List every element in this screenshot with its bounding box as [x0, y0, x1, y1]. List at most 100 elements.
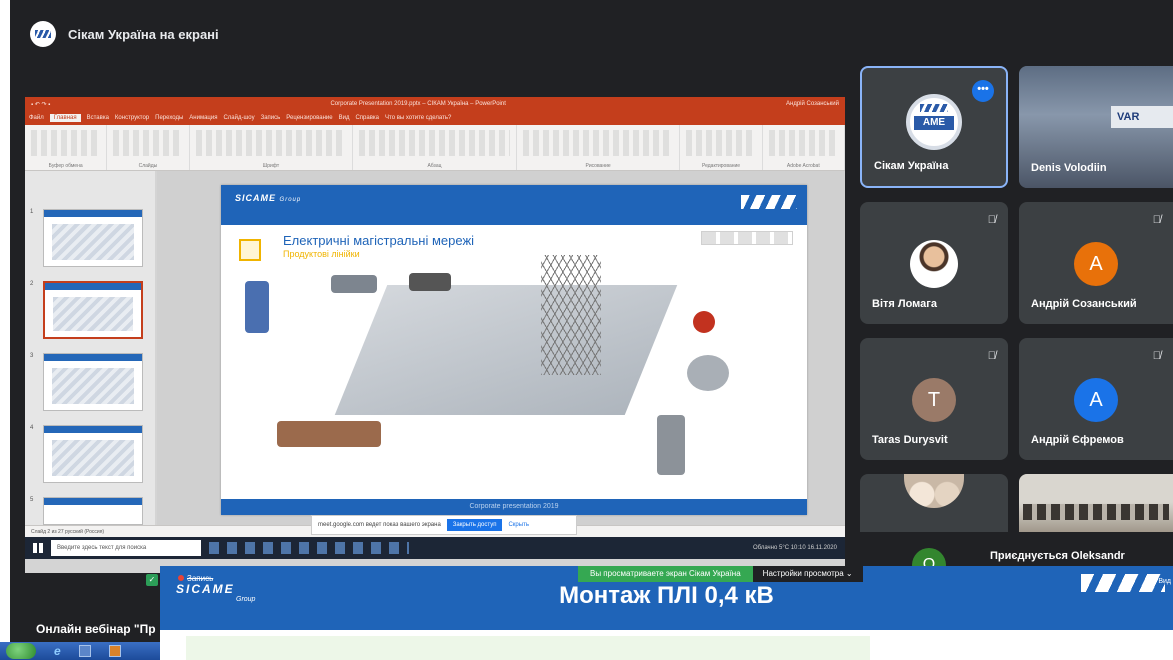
product-category-icon: [239, 239, 261, 261]
windows-start-icon[interactable]: [33, 543, 43, 553]
more-options-icon[interactable]: •••: [972, 80, 994, 102]
share-notice-text: meet.google.com ведет показ вашего экран…: [318, 522, 441, 528]
participant-avatar: T: [912, 378, 956, 422]
webinar-content: [160, 630, 1173, 660]
shield-icon[interactable]: ✓: [146, 574, 158, 586]
thumbnail-number: 1: [30, 209, 34, 215]
presenter-avatar: [30, 21, 56, 47]
participant-tile[interactable]: 🎙̸ T Taras Durysvit: [860, 338, 1008, 460]
slide-thumbnail[interactable]: [43, 209, 143, 267]
crimping-tool-image: [245, 281, 269, 333]
start-button[interactable]: [6, 643, 36, 659]
ppt-tab-file[interactable]: Файл: [29, 115, 44, 121]
participant-name: Denis Volodiin: [1031, 162, 1107, 174]
slide-title: Електричні магістральні мережі: [283, 233, 475, 248]
ppt-tab-animation[interactable]: Анимация: [189, 115, 217, 121]
taskbar-app-icons[interactable]: [209, 542, 409, 554]
view-settings-button[interactable]: Настройки просмотра ⌄: [752, 566, 863, 582]
participant-name: Андрій Созанський: [1031, 298, 1137, 310]
slide-header-band: SICAME Group: [221, 185, 807, 225]
ppt-quick-access[interactable]: ▪ ↶ ↷ ▪: [31, 101, 50, 108]
sicame-logo: SICAME Group: [235, 193, 302, 203]
viewing-message: Вы просматриваете экран Сікам Україна: [578, 566, 753, 582]
ppt-window-title: Corporate Presentation 2019.pptx – СІКАМ…: [330, 101, 506, 107]
participant-name: Сікам Україна: [874, 160, 949, 172]
ppt-tab-view[interactable]: Вид: [339, 115, 350, 121]
ribbon-group-slides[interactable]: Слайды: [107, 125, 190, 170]
sicame-stripes-icon: [1081, 574, 1165, 592]
ppt-status-text: Слайд 2 из 27 русский (Россия): [31, 528, 105, 535]
insulator-ring-image: [687, 355, 729, 391]
presenter-title: Сікам Україна на екрані: [68, 26, 219, 42]
slide-canvas[interactable]: SICAME Group Електричні магістральні мер…: [157, 171, 845, 525]
slide-thumbnail[interactable]: [43, 425, 143, 483]
stop-sharing-button[interactable]: Закрыть доступ: [446, 519, 503, 531]
ppt-tab-design[interactable]: Конструктор: [115, 115, 149, 121]
ppt-menubar: Файл Главная Вставка Конструктор Переход…: [25, 111, 845, 125]
view-label[interactable]: Вид: [1158, 578, 1171, 585]
mic-off-icon: 🎙̸: [987, 214, 996, 226]
sicame-stripes-icon: [741, 195, 797, 209]
presenter-bar: Сікам Україна на екрані: [10, 14, 1173, 54]
mic-off-icon: 🎙̸: [1152, 214, 1161, 226]
thumbnail-number: 2: [30, 281, 34, 287]
ribbon-group-clipboard[interactable]: Буфер обмена: [25, 125, 108, 170]
xp-taskbar: e: [0, 642, 160, 660]
viewing-bar: Вы просматриваете экран Сікам Україна На…: [578, 566, 863, 582]
slide-subtitle: Продуктові лінійки: [283, 249, 360, 259]
ppt-user[interactable]: Андрій Созанський: [786, 101, 839, 107]
hide-notice-button[interactable]: Скрыть: [508, 522, 528, 528]
ribbon-group-font[interactable]: Шрифт: [190, 125, 354, 170]
participant-avatar-photo: [904, 474, 964, 508]
connector-image: [331, 275, 377, 293]
thumbnail-number: 4: [30, 425, 34, 431]
webinar-title: Монтаж ПЛІ 0,4 кВ: [559, 582, 774, 609]
recording-label: Запись: [178, 574, 213, 583]
internet-explorer-icon[interactable]: e: [54, 644, 61, 658]
ppt-tab-insert[interactable]: Вставка: [87, 115, 109, 121]
mic-off-icon: 🎙̸: [1152, 350, 1161, 362]
ppt-tab-help[interactable]: Справка: [355, 115, 379, 121]
ppt-tab-review[interactable]: Рецензирование: [286, 115, 332, 121]
taskbar-app-icon[interactable]: [78, 645, 91, 657]
participant-tile[interactable]: AME ••• Сікам Україна: [860, 66, 1008, 188]
join-text: Приєднується Oleksandr: [990, 550, 1125, 562]
webinar-caption: Онлайн вебінар "Пр: [36, 622, 156, 636]
participant-name: Taras Durysvit: [872, 434, 948, 446]
windows-taskbar: Введите здесь текст для поиска Облачно 5…: [25, 537, 845, 559]
slide-thumbnail[interactable]: [43, 353, 143, 411]
slide-thumbnail-active[interactable]: [43, 281, 143, 339]
participant-name: Андрій Єфремов: [1031, 434, 1124, 446]
arrester-image: [657, 415, 685, 475]
ppt-tab-transitions[interactable]: Переходы: [155, 115, 183, 121]
slide-footer: Corporate presentation 2019: [221, 499, 807, 515]
substation-illustration: [334, 285, 678, 415]
ppt-tell-me[interactable]: Что вы хотите сделать?: [385, 115, 451, 121]
lugs-image: [277, 421, 381, 447]
marker-ball-image: [693, 311, 715, 333]
system-tray: Облачно 5°C 10:10 16.11.2020: [753, 545, 837, 551]
ribbon-group-paragraph[interactable]: Абзац: [353, 125, 517, 170]
participant-tile[interactable]: 🎙̸ Вітя Ломага: [860, 202, 1008, 324]
participant-avatar-photo: [910, 240, 958, 288]
participant-tile[interactable]: 🎙̸ A Андрій Созанський: [1019, 202, 1173, 324]
shared-screen[interactable]: ▪ ↶ ↷ ▪ Corporate Presentation 2019.pptx…: [25, 97, 845, 573]
ribbon-group-drawing[interactable]: Рисование: [517, 125, 681, 170]
ppt-titlebar: ▪ ↶ ↷ ▪ Corporate Presentation 2019.pptx…: [25, 97, 845, 111]
chevron-down-icon: ⌄: [845, 569, 853, 578]
ppt-tab-home[interactable]: Главная: [49, 114, 81, 122]
share-notice: meet.google.com ведет показ вашего экран…: [311, 515, 577, 535]
slide-thumbnails: 1 2 3 4 5: [25, 171, 155, 525]
power-tower-illustration: [541, 255, 601, 375]
participant-avatar: A: [1074, 242, 1118, 286]
taskbar-app-icon[interactable]: [108, 645, 121, 657]
ribbon-group-editing[interactable]: Редактирование: [680, 125, 763, 170]
participant-tile[interactable]: 🎙̸ A Андрій Єфремов: [1019, 338, 1173, 460]
ppt-tab-slideshow[interactable]: Слайд-шоу: [223, 115, 254, 121]
windows-search-input[interactable]: Введите здесь текст для поиска: [51, 540, 201, 556]
ppt-tab-record[interactable]: Запись: [261, 115, 281, 121]
meet-window: Сікам Україна на екрані ▪ ↶ ↷ ▪ Corporat…: [10, 0, 1173, 660]
slide-thumbnail[interactable]: [43, 497, 143, 525]
ribbon-group-acrobat[interactable]: Adobe Acrobat: [763, 125, 845, 170]
participant-tile[interactable]: VAR Denis Volodiin: [1019, 66, 1173, 188]
